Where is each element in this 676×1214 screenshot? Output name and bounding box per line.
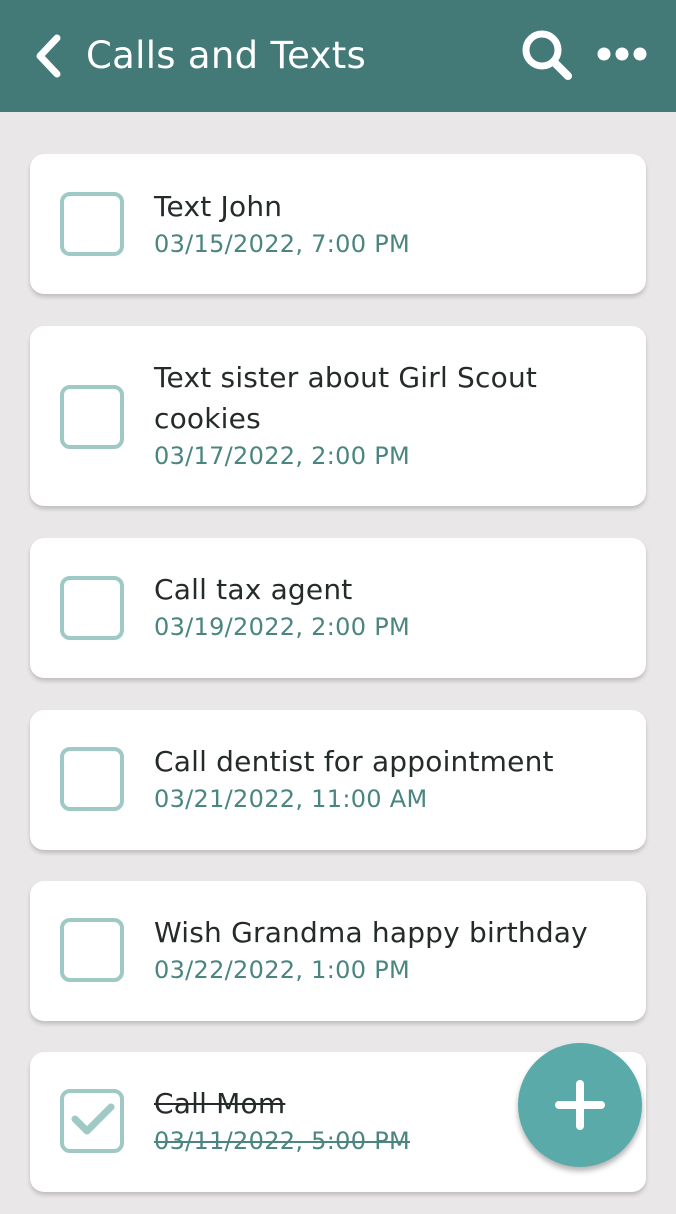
task-title: Text sister about Girl Scout cookies — [154, 361, 538, 435]
task-text: Text sister about Girl Scout cookies 03/… — [154, 357, 614, 473]
task-date: 03/21/2022, 11:00 AM — [154, 785, 428, 813]
task-checkbox-checked[interactable] — [60, 1089, 124, 1153]
app-header: Calls and Texts — [0, 0, 676, 112]
search-button[interactable] — [516, 26, 578, 84]
task-text: Call dentist for appointment 03/21/2022,… — [154, 741, 614, 816]
task-date: 03/17/2022, 2:00 PM — [154, 442, 410, 470]
task-text: Text John 03/15/2022, 7:00 PM — [154, 186, 614, 261]
task-date: 03/15/2022, 7:00 PM — [154, 230, 410, 258]
task-checkbox[interactable] — [60, 918, 124, 982]
task-checkbox[interactable] — [60, 747, 124, 811]
task-card[interactable]: Call dentist for appointment 03/21/2022,… — [30, 710, 646, 850]
task-checkbox[interactable] — [60, 192, 124, 256]
task-card[interactable]: Call tax agent 03/19/2022, 2:00 PM — [30, 538, 646, 678]
task-title: Call tax agent — [154, 573, 353, 606]
task-date: 03/19/2022, 2:00 PM — [154, 613, 410, 641]
task-card[interactable]: Text sister about Girl Scout cookies 03/… — [30, 326, 646, 506]
more-options-button[interactable] — [592, 34, 652, 74]
task-card[interactable]: Wish Grandma happy birthday 03/22/2022, … — [30, 881, 646, 1021]
search-icon — [522, 30, 572, 80]
page-title: Calls and Texts — [86, 34, 367, 77]
add-task-button[interactable] — [518, 1043, 642, 1167]
task-date: 03/22/2022, 1:00 PM — [154, 956, 410, 984]
task-card[interactable]: Text John 03/15/2022, 7:00 PM — [30, 154, 646, 294]
back-button[interactable] — [26, 30, 70, 82]
task-title: Wish Grandma happy birthday — [154, 916, 588, 949]
task-text: Wish Grandma happy birthday 03/22/2022, … — [154, 912, 614, 987]
task-title: Text John — [154, 190, 283, 223]
task-checkbox[interactable] — [60, 576, 124, 640]
plus-icon — [555, 1080, 605, 1130]
check-icon — [71, 1103, 115, 1135]
task-title: Call dentist for appointment — [154, 745, 554, 778]
task-checkbox[interactable] — [60, 385, 124, 449]
chevron-left-icon — [36, 34, 61, 78]
task-text: Call tax agent 03/19/2022, 2:00 PM — [154, 569, 614, 644]
more-horizontal-icon — [597, 47, 647, 61]
